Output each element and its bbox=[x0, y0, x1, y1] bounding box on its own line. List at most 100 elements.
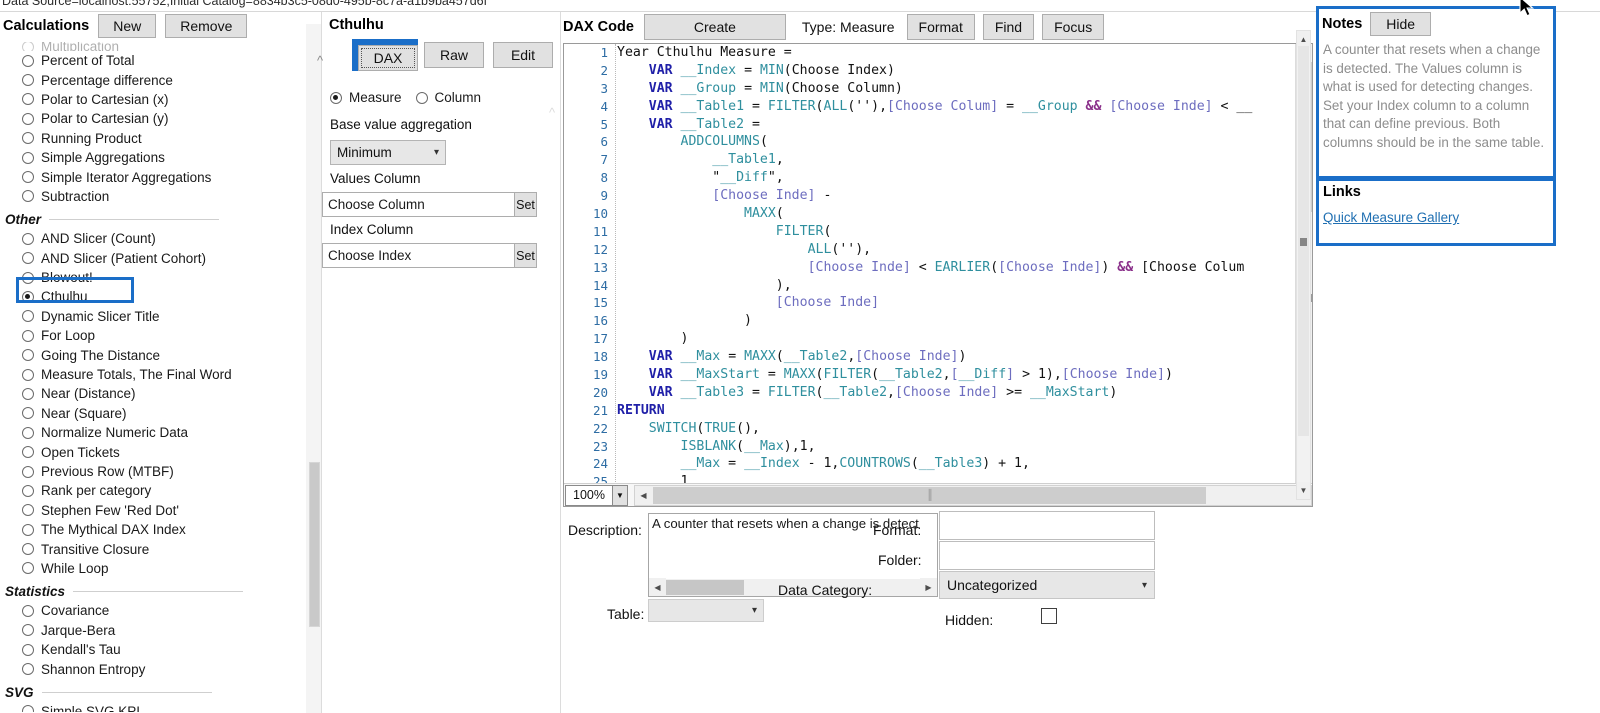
radio-icon[interactable] bbox=[22, 604, 34, 617]
index-column-input[interactable]: Choose Index bbox=[322, 243, 515, 268]
list-item[interactable]: The Mythical DAX Index bbox=[22, 520, 305, 539]
list-item[interactable]: Going The Distance bbox=[22, 345, 305, 364]
scroll-left-icon[interactable]: ◀ bbox=[649, 578, 666, 596]
list-item[interactable]: Shannon Entropy bbox=[22, 659, 305, 678]
list-item[interactable]: Near (Square) bbox=[22, 404, 305, 423]
list-item[interactable]: Simple Iterator Aggregations bbox=[22, 167, 305, 186]
zoom-dropdown-icon[interactable]: ▼ bbox=[613, 484, 628, 506]
list-item[interactable]: Percent of Total bbox=[22, 51, 305, 70]
chevron-up-icon[interactable]: ^ bbox=[312, 52, 328, 68]
radio-column[interactable]: Column bbox=[415, 88, 481, 107]
radio-icon[interactable] bbox=[22, 54, 34, 67]
radio-icon[interactable] bbox=[22, 426, 34, 439]
radio-icon[interactable] bbox=[22, 562, 34, 575]
raw-button[interactable]: Raw bbox=[424, 42, 484, 68]
radio-measure[interactable]: Measure bbox=[330, 88, 402, 107]
radio-icon[interactable] bbox=[22, 290, 34, 303]
radio-icon[interactable] bbox=[22, 543, 34, 556]
left-list-scrollbar-thumb[interactable] bbox=[309, 462, 320, 627]
format-button[interactable]: Format bbox=[906, 14, 975, 40]
description-hscroll-thumb[interactable] bbox=[666, 580, 744, 595]
list-item[interactable]: Transitive Closure bbox=[22, 539, 305, 558]
radio-icon[interactable] bbox=[22, 504, 34, 517]
hidden-checkbox[interactable] bbox=[1041, 608, 1057, 624]
data-category-select[interactable]: Uncategorized ▾ bbox=[939, 571, 1155, 599]
radio-icon[interactable] bbox=[22, 705, 34, 712]
list-item[interactable]: Polar to Cartesian (y) bbox=[22, 109, 305, 128]
list-item[interactable]: Measure Totals, The Final Word bbox=[22, 365, 305, 384]
radio-icon[interactable] bbox=[22, 151, 34, 164]
folder-input[interactable] bbox=[939, 541, 1155, 570]
editor-hscroll-thumb[interactable]: ║ bbox=[653, 486, 1206, 504]
radio-icon[interactable] bbox=[22, 93, 34, 106]
chevron-up-icon-secondary[interactable]: ^ bbox=[544, 104, 560, 120]
radio-icon[interactable] bbox=[22, 112, 34, 125]
list-item[interactable]: Normalize Numeric Data bbox=[22, 423, 305, 442]
list-item[interactable]: Near (Distance) bbox=[22, 384, 305, 403]
radio-icon[interactable] bbox=[22, 271, 34, 284]
radio-icon[interactable] bbox=[22, 663, 34, 676]
list-item[interactable]: AND Slicer (Patient Cohort) bbox=[22, 249, 305, 268]
list-item[interactable]: Stephen Few 'Red Dot' bbox=[22, 501, 305, 520]
edit-button[interactable]: Edit bbox=[493, 42, 553, 68]
radio-icon[interactable] bbox=[22, 74, 34, 87]
list-item[interactable]: While Loop bbox=[22, 559, 305, 578]
radio-icon[interactable] bbox=[22, 349, 34, 362]
list-item[interactable]: Open Tickets bbox=[22, 442, 305, 461]
list-item[interactable]: Percentage difference bbox=[22, 70, 305, 89]
list-item[interactable]: Previous Row (MTBF) bbox=[22, 462, 305, 481]
quick-measure-gallery-link[interactable]: Quick Measure Gallery bbox=[1323, 210, 1459, 225]
radio-icon[interactable] bbox=[22, 310, 34, 323]
format-input[interactable] bbox=[939, 511, 1155, 540]
right-panel-scrollbar[interactable]: ▲ ▼ bbox=[1296, 30, 1311, 500]
radio-icon[interactable] bbox=[330, 91, 342, 104]
radio-icon[interactable] bbox=[22, 252, 34, 265]
scroll-right-icon[interactable]: ▶ bbox=[920, 578, 937, 596]
list-item[interactable]: Running Product bbox=[22, 129, 305, 148]
remove-button[interactable]: Remove bbox=[165, 14, 248, 38]
radio-icon[interactable] bbox=[22, 387, 34, 400]
index-set-button[interactable]: Set bbox=[515, 243, 537, 268]
list-item[interactable]: AND Slicer (Count) bbox=[22, 229, 305, 248]
calculations-list[interactable]: Multiplication Percent of Total Percenta… bbox=[0, 42, 305, 712]
values-column-input[interactable]: Choose Column bbox=[322, 192, 515, 217]
radio-icon[interactable] bbox=[22, 132, 34, 145]
radio-icon[interactable] bbox=[22, 190, 34, 203]
list-item[interactable]: Simple SVG KPI bbox=[22, 702, 305, 712]
list-item[interactable]: Covariance bbox=[22, 601, 305, 620]
right-scrollbar-grip[interactable] bbox=[1300, 238, 1307, 246]
radio-icon[interactable] bbox=[22, 407, 34, 420]
zoom-level-value[interactable]: 100% bbox=[565, 484, 613, 506]
radio-icon[interactable] bbox=[22, 446, 34, 459]
list-item[interactable]: Dynamic Slicer Title bbox=[22, 307, 305, 326]
list-item[interactable]: Jarque-Bera bbox=[22, 621, 305, 640]
radio-icon[interactable] bbox=[22, 523, 34, 536]
scroll-left-icon[interactable]: ◀ bbox=[635, 485, 652, 505]
find-button[interactable]: Find bbox=[982, 14, 1035, 40]
list-item[interactable]: Rank per category bbox=[22, 481, 305, 500]
radio-icon[interactable] bbox=[22, 484, 34, 497]
dax-code-text[interactable]: Year Cthulhu Measure = VAR __Index = MIN… bbox=[617, 44, 1293, 484]
list-item[interactable]: Subtraction bbox=[22, 187, 305, 206]
create-button[interactable]: Create bbox=[643, 14, 786, 40]
list-item-clipped[interactable]: Multiplication bbox=[22, 42, 305, 51]
focus-button[interactable]: Focus bbox=[1042, 14, 1105, 40]
list-item[interactable]: Simple Aggregations bbox=[22, 148, 305, 167]
dax-button[interactable]: DAX bbox=[358, 45, 418, 71]
base-aggregation-select[interactable]: Minimum ▾ bbox=[330, 140, 446, 165]
radio-icon[interactable] bbox=[22, 329, 34, 342]
radio-icon[interactable] bbox=[22, 171, 34, 184]
radio-icon[interactable] bbox=[22, 42, 34, 51]
radio-icon[interactable] bbox=[22, 465, 34, 478]
new-button[interactable]: New bbox=[98, 14, 157, 38]
radio-icon[interactable] bbox=[22, 624, 34, 637]
table-select[interactable]: ▾ bbox=[648, 599, 764, 622]
sidebar-item-cthulhu[interactable]: Cthulhu bbox=[22, 287, 305, 306]
list-item[interactable]: For Loop bbox=[22, 326, 305, 345]
dax-code-editor[interactable]: 1 2 3 4 5 6 7 8 9 10 11 12 13 14 15 16 1… bbox=[563, 43, 1313, 507]
values-set-button[interactable]: Set bbox=[515, 192, 537, 217]
radio-icon[interactable] bbox=[22, 643, 34, 656]
radio-icon[interactable] bbox=[415, 91, 428, 104]
list-item[interactable]: Polar to Cartesian (x) bbox=[22, 90, 305, 109]
scroll-down-icon[interactable]: ▼ bbox=[1297, 482, 1310, 499]
